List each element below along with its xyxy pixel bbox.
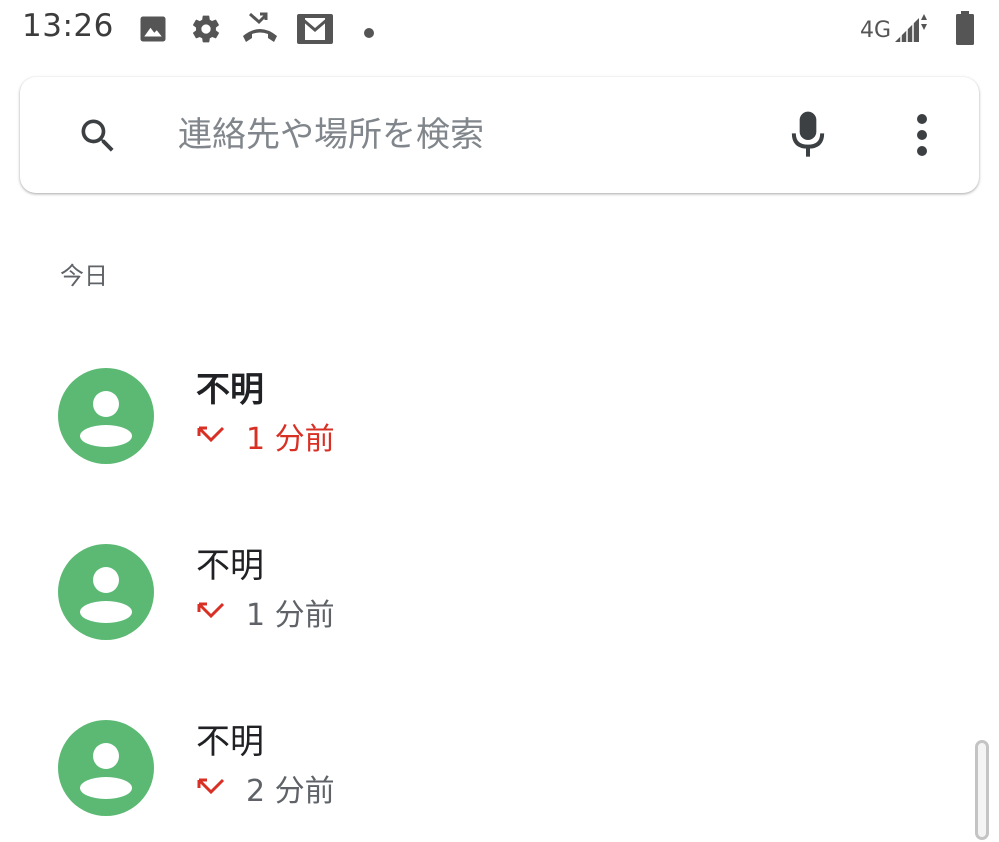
call-time: 1 分前 <box>246 422 335 457</box>
mic-icon[interactable] <box>780 107 836 163</box>
status-right-group: 4G <box>860 10 975 50</box>
caller-name: 不明 <box>196 546 264 586</box>
missed-call-arrow-icon <box>196 776 226 800</box>
search-bar[interactable] <box>20 77 979 193</box>
missed-call-arrow-icon <box>196 600 226 624</box>
call-detail: 1 分前 <box>196 416 335 457</box>
missed-call-icon <box>240 10 280 50</box>
avatar[interactable] <box>58 368 154 464</box>
signal-icon <box>893 12 931 48</box>
avatar[interactable] <box>58 720 154 816</box>
section-header-today: 今日 <box>60 262 108 290</box>
search-icon[interactable] <box>76 114 120 158</box>
search-input[interactable] <box>176 105 756 165</box>
scrollbar-thumb[interactable] <box>975 740 989 840</box>
call-detail: 1 分前 <box>196 592 335 633</box>
call-log-row[interactable]: 不明 1 分前 <box>0 516 970 666</box>
call-log-row[interactable]: 不明 1 分前 <box>0 340 970 490</box>
caller-name: 不明 <box>196 370 264 410</box>
call-time: 1 分前 <box>246 598 335 633</box>
more-vert-icon[interactable] <box>894 107 950 163</box>
gear-icon <box>190 13 222 49</box>
call-time: 2 分前 <box>246 774 335 809</box>
gmail-icon <box>296 13 334 49</box>
missed-call-arrow-icon <box>196 424 226 448</box>
call-log-row[interactable]: 不明 2 分前 <box>0 692 970 842</box>
status-time: 13:26 <box>22 8 114 44</box>
dot-icon <box>363 24 375 43</box>
network-label: 4G <box>859 17 891 43</box>
status-bar: 13:26 4G <box>0 0 999 60</box>
avatar[interactable] <box>58 544 154 640</box>
caller-name: 不明 <box>196 722 264 762</box>
battery-icon <box>955 11 975 49</box>
call-detail: 2 分前 <box>196 768 335 809</box>
image-icon <box>138 14 168 48</box>
